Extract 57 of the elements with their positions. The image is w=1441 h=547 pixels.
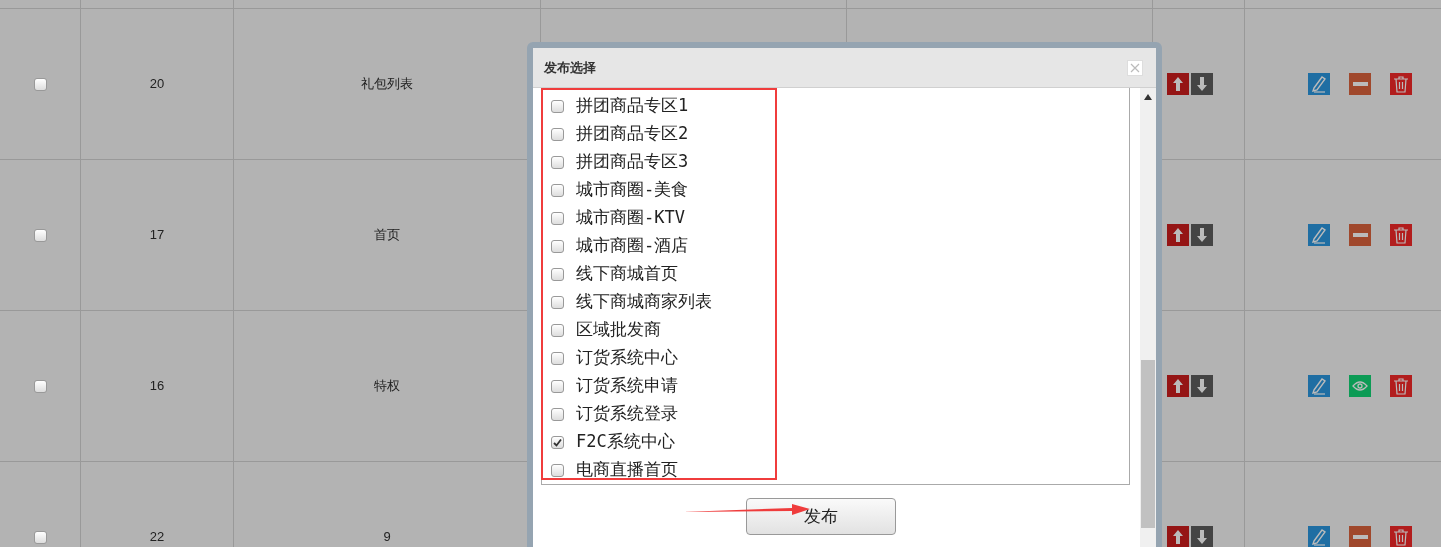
checkbox[interactable]: [551, 407, 564, 421]
option-label: 线下商城首页: [576, 262, 678, 286]
delete-icon[interactable]: [1390, 375, 1412, 397]
checkbox[interactable]: [551, 295, 564, 309]
minus-icon[interactable]: [1349, 224, 1371, 246]
checkbox[interactable]: [551, 155, 564, 169]
dialog-title: 发布选择: [544, 58, 596, 77]
option-label: 城市商圈-美食: [576, 178, 689, 202]
checkbox[interactable]: [33, 530, 47, 544]
checkbox[interactable]: [33, 379, 47, 393]
checkbox[interactable]: [551, 379, 564, 393]
table-cell-text: 特权: [374, 377, 400, 396]
checkbox[interactable]: [551, 211, 564, 225]
close-icon[interactable]: [1127, 59, 1143, 76]
minus-icon[interactable]: [1349, 73, 1371, 95]
checkbox[interactable]: [33, 77, 47, 91]
table-cell-text: 首页: [374, 226, 400, 245]
eye-icon[interactable]: [1349, 375, 1371, 397]
delete-icon[interactable]: [1390, 73, 1412, 95]
delete-icon[interactable]: [1390, 526, 1412, 547]
option-label: 城市商圈-KTV: [576, 206, 685, 230]
scroll-up-icon[interactable]: [1144, 94, 1152, 100]
option-label: 线下商城商家列表: [576, 290, 712, 314]
table-cell-text: 16: [149, 377, 165, 396]
option-label: 区域批发商: [576, 318, 661, 342]
option-label: F2C系统中心: [576, 430, 675, 454]
checkbox[interactable]: [33, 228, 47, 242]
scroll-thumb[interactable]: [1141, 360, 1155, 528]
checkbox[interactable]: [551, 267, 564, 281]
option-label: 拼团商品专区3: [576, 150, 689, 174]
checkbox[interactable]: [551, 351, 564, 365]
checkbox[interactable]: [551, 463, 564, 477]
option-label: 电商直播首页: [576, 458, 678, 482]
option-label: 订货系统中心: [576, 346, 678, 370]
option-label: 订货系统登录: [576, 402, 678, 426]
checkbox[interactable]: [551, 99, 564, 113]
option-label: 城市商圈-酒店: [576, 234, 689, 258]
delete-icon[interactable]: [1390, 224, 1412, 246]
table-cell-text: 20: [149, 75, 165, 94]
option-label: 拼团商品专区2: [576, 122, 689, 146]
table-cell-text: 礼包列表: [361, 75, 413, 94]
edit-icon[interactable]: [1308, 526, 1330, 547]
option-label: 拼团商品专区1: [576, 94, 689, 118]
table-cell-text: 17: [149, 226, 165, 245]
edit-icon[interactable]: [1308, 224, 1330, 246]
checkbox[interactable]: [551, 127, 564, 141]
publish-button[interactable]: 发布: [745, 498, 896, 535]
checkbox[interactable]: [551, 435, 564, 449]
table-cell-text: 9: [383, 528, 391, 547]
option-label: 订货系统申请: [576, 374, 678, 398]
checkbox[interactable]: [551, 183, 564, 197]
edit-icon[interactable]: [1308, 73, 1330, 95]
edit-icon[interactable]: [1308, 375, 1330, 397]
checkbox[interactable]: [551, 323, 564, 337]
minus-icon[interactable]: [1349, 526, 1371, 547]
checkbox[interactable]: [551, 239, 564, 253]
table-cell-text: 22: [149, 528, 165, 547]
